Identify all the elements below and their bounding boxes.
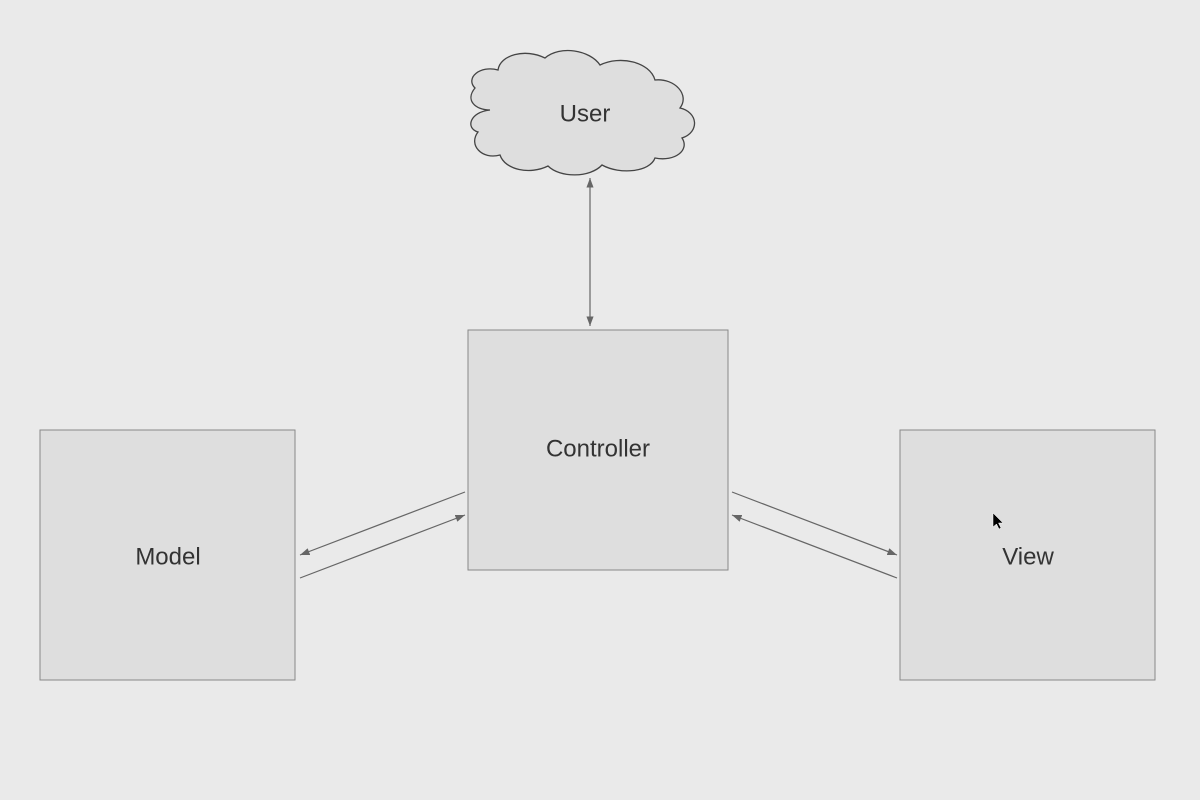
- arrow-controller-to-view: [732, 492, 897, 555]
- arrow-view-to-controller: [732, 515, 897, 578]
- model-label: Model: [135, 543, 200, 570]
- mvc-diagram: User Controller Model View: [0, 0, 1200, 800]
- view-label: View: [1002, 543, 1054, 570]
- controller-label: Controller: [546, 435, 650, 462]
- arrow-controller-to-model: [300, 492, 465, 555]
- user-node: User: [471, 51, 695, 175]
- arrow-model-to-controller: [300, 515, 465, 578]
- view-node: View: [900, 430, 1155, 680]
- model-node: Model: [40, 430, 295, 680]
- user-label: User: [560, 100, 611, 127]
- controller-node: Controller: [468, 330, 728, 570]
